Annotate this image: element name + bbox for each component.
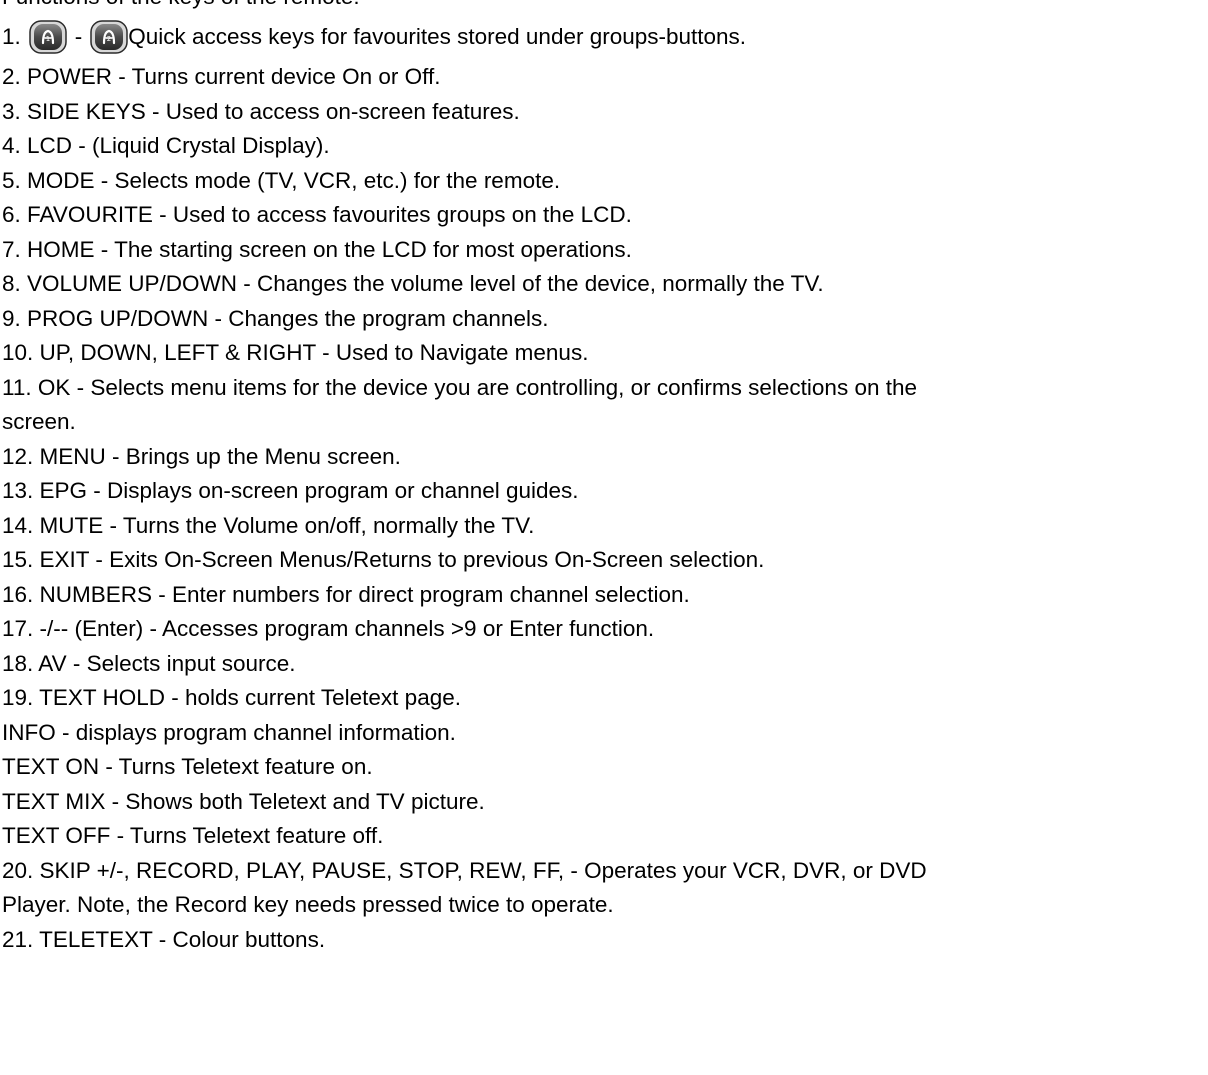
- list-item: 14. MUTE - Turns the Volume on/off, norm…: [2, 512, 535, 538]
- list-item: 10. UP, DOWN, LEFT & RIGHT - Used to Nav…: [2, 340, 589, 365]
- partial-top-line: Functions of the keys of the remote:: [0, 0, 1208, 14]
- button-1-glyph: 1: [46, 35, 50, 43]
- document-page: Functions of the keys of the remote: 1. …: [0, 0, 1208, 957]
- partial-top-text: Functions of the keys of the remote:: [2, 0, 360, 14]
- list-item: 3. SIDE KEYS - Used to access on-screen …: [2, 98, 520, 124]
- list-item: 15. EXIT - Exits On-Screen Menus/Returns…: [2, 547, 765, 572]
- item-text: Quick access keys for favourites stored …: [128, 23, 747, 49]
- list-item: 4. LCD - (Liquid Crystal Display).: [2, 133, 330, 158]
- list-item: 21. TELETEXT - Colour buttons.: [2, 926, 326, 952]
- list-item: INFO - displays program channel informat…: [2, 719, 456, 745]
- list-item: 20. SKIP +/-, RECORD, PLAY, PAUSE, STOP,…: [2, 857, 927, 883]
- button-2-glyph: 2: [107, 35, 111, 43]
- list-item: TEXT ON - Turns Teletext feature on.: [2, 754, 373, 779]
- list-item: 2. POWER - Turns current device On or Of…: [2, 64, 441, 89]
- list-item: 8. VOLUME UP/DOWN - Changes the volume l…: [2, 271, 824, 296]
- list-item: 16. NUMBERS - Enter numbers for direct p…: [2, 581, 690, 607]
- list-item: screen.: [2, 409, 76, 434]
- separator: -: [74, 23, 83, 49]
- list-item: TEXT OFF - Turns Teletext feature off.: [2, 823, 384, 848]
- list-item: 18. AV - Selects input source.: [2, 650, 296, 676]
- list-item: 17. -/-- (Enter) - Accesses program chan…: [2, 616, 655, 641]
- list-item: 7. HOME - The starting screen on the LCD…: [2, 236, 632, 262]
- key-function-list: 2. POWER - Turns current device On or Of…: [0, 60, 1208, 957]
- list-item: 6. FAVOURITE - Used to access favourites…: [2, 202, 632, 227]
- list-item: 9. PROG UP/DOWN - Changes the program ch…: [2, 305, 549, 331]
- list-item: Player. Note, the Record key needs press…: [2, 892, 614, 917]
- group-button-1-icon: 1: [29, 20, 67, 54]
- list-item: 13. EPG - Displays on-screen program or …: [2, 478, 579, 503]
- group-button-2-icon: 2: [90, 20, 129, 54]
- list-item: 5. MODE - Selects mode (TV, VCR, etc.) f…: [2, 167, 561, 193]
- item-number: 1.: [2, 23, 21, 49]
- list-item: 12. MENU - Brings up the Menu screen.: [2, 443, 401, 469]
- list-item: 19. TEXT HOLD - holds current Teletext p…: [2, 685, 461, 710]
- list-item: TEXT MIX - Shows both Teletext and TV pi…: [2, 788, 485, 814]
- list-item: 1. 1 - 2 Quick access keys for favourite…: [0, 14, 1208, 60]
- list-item: 11. OK - Selects menu items for the devi…: [2, 374, 918, 400]
